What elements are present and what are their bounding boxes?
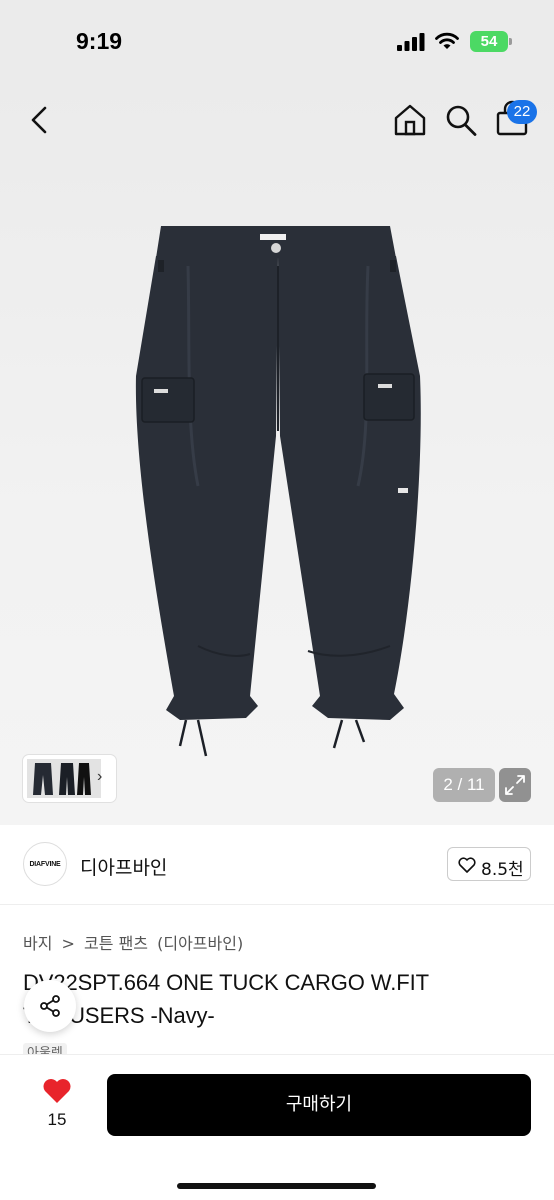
wishlist-count: 15 [47,1110,67,1129]
breadcrumb-item-brand[interactable]: (디아프바인) [157,934,243,953]
breadcrumb: 바지 > 코튼 팬츠 (디아프바인) [23,930,247,954]
image-page-counter: 2 / 11 [433,768,495,802]
breadcrumb-item-cotton-pants[interactable]: 코튼 팬츠 [84,934,148,953]
brand-like-button[interactable]: 8.5천 [447,847,531,881]
share-icon [40,995,60,1017]
heart-outline-icon [458,857,476,873]
wifi-icon [435,32,459,49]
thumbnail-image [27,759,101,798]
seller-row[interactable]: DIAFVINE 디아프바인 8.5천 [0,825,554,905]
brand-like-count: 8.5천 [481,860,524,880]
battery-level: 54 [470,31,508,52]
wishlist-button[interactable]: 15 [40,1075,74,1135]
status-bar: 9:19 54 [0,0,554,84]
product-title: DV22SPT.664 ONE TUCK CARGO W.FIT TROUSER… [23,970,429,1028]
heart-filled-icon [43,1079,71,1103]
breadcrumb-separator: > [61,934,75,953]
product-image[interactable] [128,226,428,766]
home-indicator [177,1183,376,1189]
home-icon[interactable] [392,102,428,138]
bottom-purchase-bar: 15 구매하기 [0,1054,554,1200]
cart-count-badge: 22 [507,100,537,124]
cellular-signal-icon [397,33,425,51]
thumbnail-next-chevron-icon[interactable]: › [97,768,102,786]
seller-name[interactable]: 디아프바인 [80,853,167,880]
search-icon[interactable] [444,102,478,138]
fullscreen-expand-icon[interactable] [499,768,531,802]
status-time: 9:19 [76,28,123,54]
breadcrumb-item-pants[interactable]: 바지 [23,934,52,953]
buy-button[interactable]: 구매하기 [107,1074,531,1136]
share-button[interactable] [24,980,76,1032]
seller-logo: DIAFVINE [23,842,67,886]
back-icon[interactable] [22,102,58,138]
battery-tip [509,38,512,45]
